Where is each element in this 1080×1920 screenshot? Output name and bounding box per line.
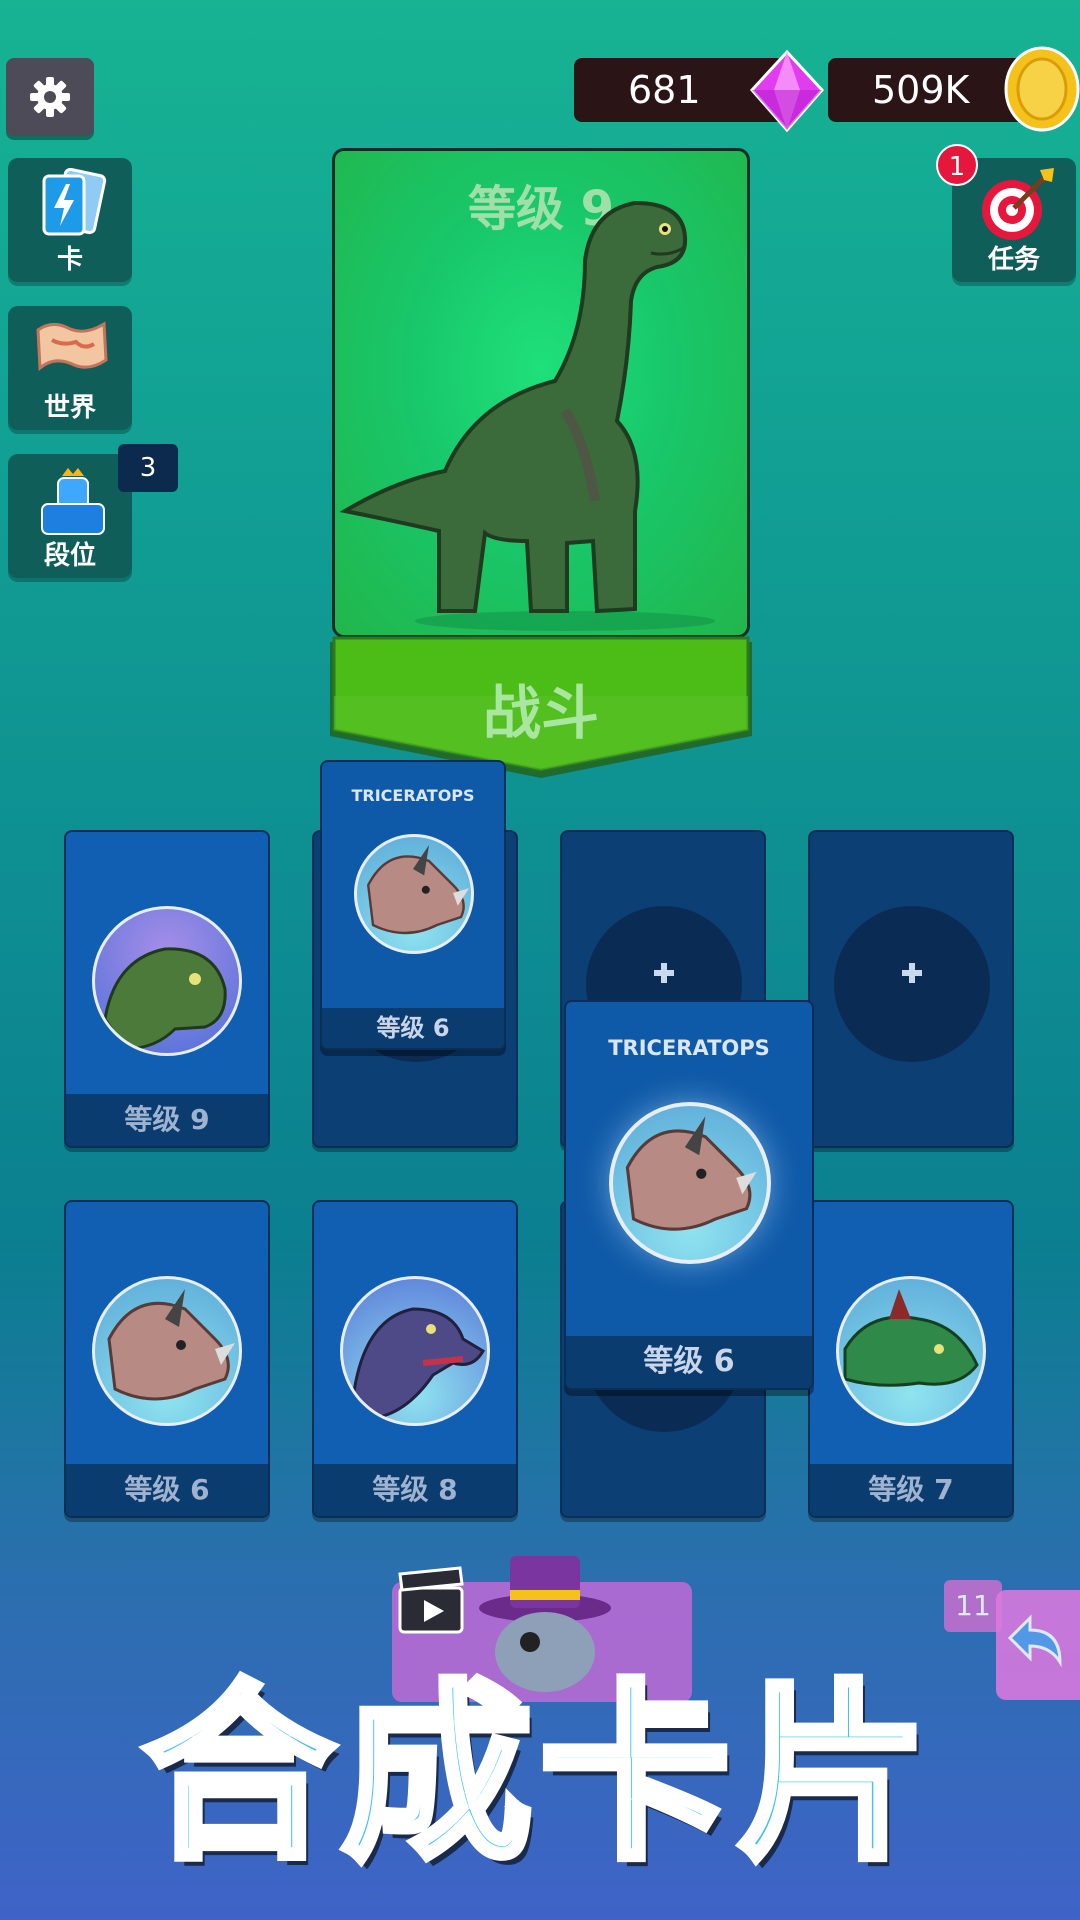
cards-icon: [42, 168, 107, 236]
triceratops-icon: [354, 834, 474, 954]
rank-badge: 3: [118, 444, 178, 492]
slot-level: 等级 9: [66, 1094, 268, 1146]
gem-amount: 681: [628, 68, 701, 112]
world-label: 世界: [43, 393, 96, 423]
dragged-card-large[interactable]: TRICERATOPS 等级 6: [564, 1000, 814, 1390]
dragged-card-small[interactable]: TRICERATOPS 等级 6: [320, 760, 506, 1050]
card-name: TRICERATOPS: [608, 1036, 770, 1060]
coin-icon: [1004, 46, 1080, 132]
card-level: 等级 6: [322, 1008, 504, 1048]
hero-card[interactable]: 等级 9: [332, 148, 750, 638]
cards-button[interactable]: 卡: [8, 158, 132, 282]
green-stegosaur-icon: [836, 1276, 986, 1426]
fight-label: 战斗: [482, 679, 599, 747]
card-slot-4[interactable]: [808, 830, 1014, 1148]
rank-label: 段位: [43, 541, 96, 571]
card-level: 等级 6: [566, 1336, 812, 1388]
cards-label: 卡: [56, 245, 83, 275]
card-slot-5[interactable]: 等级 6: [64, 1200, 270, 1518]
card-slot-8[interactable]: 等级 7: [808, 1200, 1014, 1518]
purple-raptor-icon: [340, 1276, 490, 1426]
settings-button[interactable]: [6, 58, 94, 136]
missions-label: 任务: [987, 245, 1040, 275]
green-longneck-icon: [92, 906, 242, 1056]
card-slot-6[interactable]: 等级 8: [312, 1200, 518, 1518]
target-icon: [982, 168, 1054, 240]
triceratops-icon: [92, 1276, 242, 1426]
brachiosaurus-icon: [339, 200, 715, 631]
card-slot-1[interactable]: 等级 9: [64, 830, 270, 1148]
add-slot-icon: [834, 906, 990, 1062]
trophy-icon: [41, 468, 105, 535]
gem-icon: [749, 50, 825, 132]
gear-icon: [30, 77, 70, 117]
map-icon: [36, 321, 108, 372]
card-name: TRICERATOPS: [351, 786, 475, 805]
slot-level: 等级 6: [66, 1464, 268, 1516]
coin-amount: 509K: [872, 68, 970, 112]
world-button[interactable]: 世界: [8, 306, 132, 430]
triceratops-icon: [609, 1102, 771, 1264]
promo-headline: 合成卡片: [140, 1660, 936, 1889]
slot-level: 等级 7: [810, 1464, 1012, 1516]
rank-button[interactable]: 段位: [8, 454, 132, 578]
missions-notification-badge: 1: [936, 144, 978, 186]
slot-level: 等级 8: [314, 1464, 516, 1516]
